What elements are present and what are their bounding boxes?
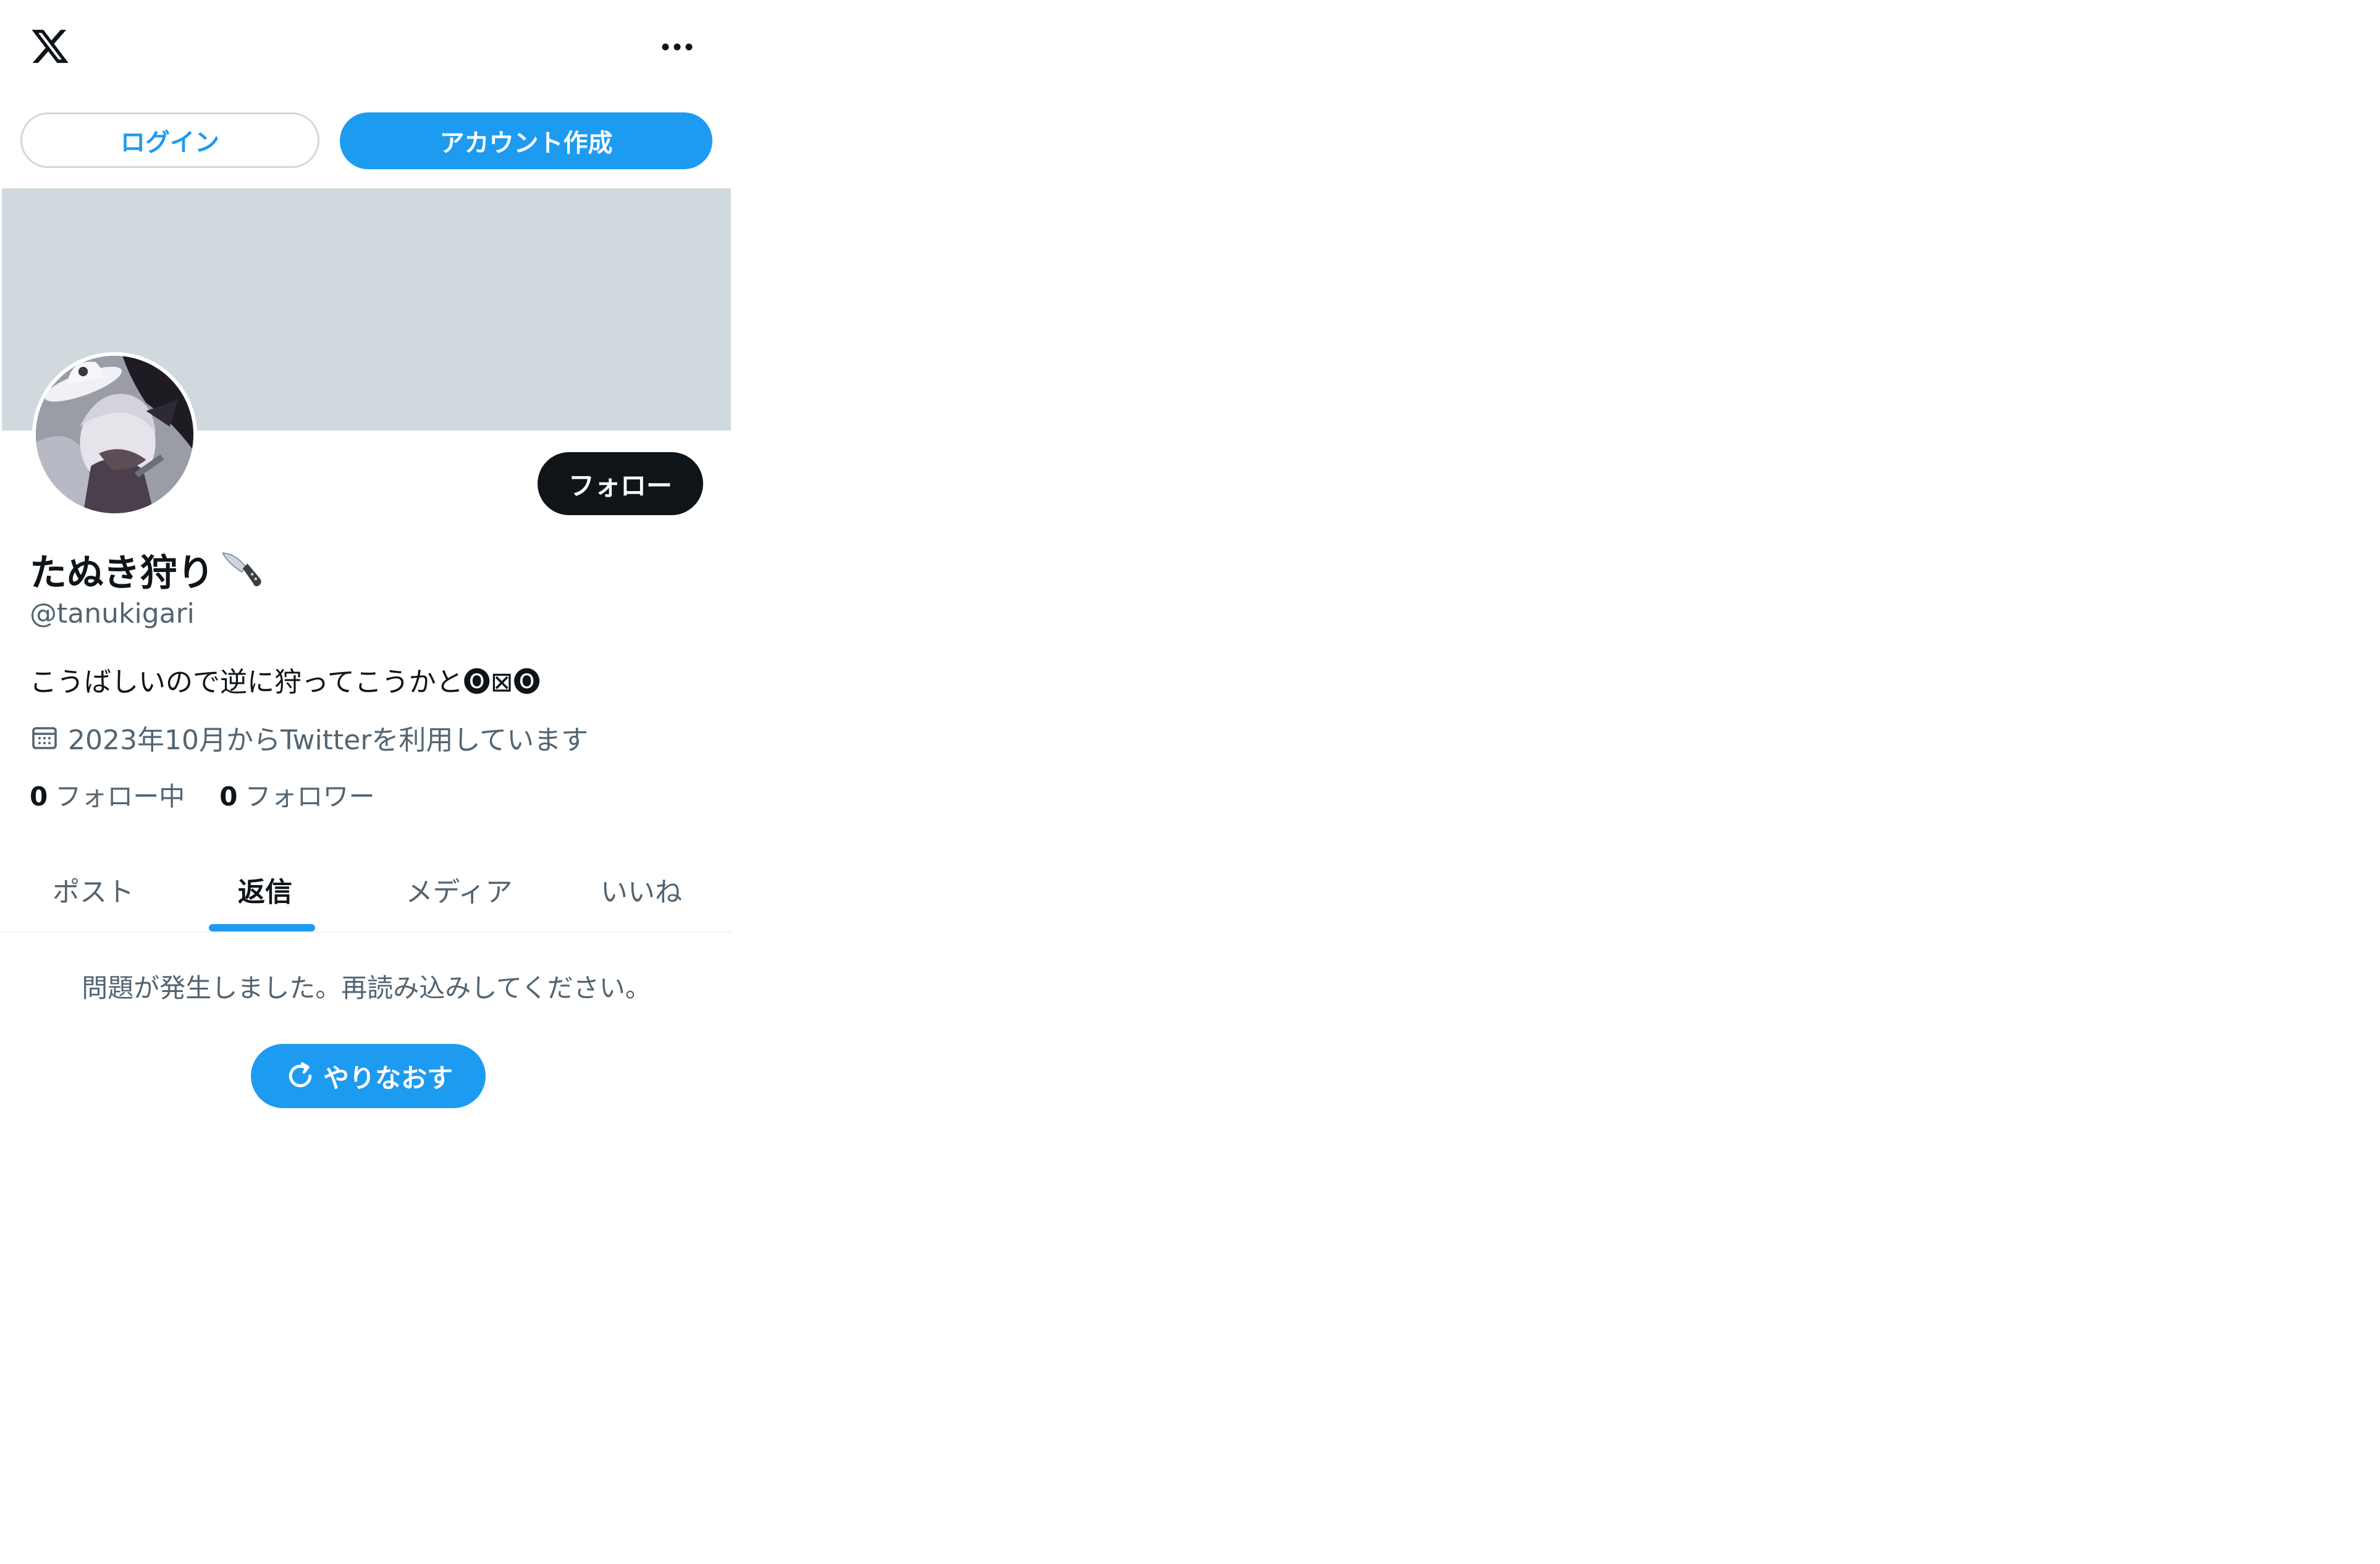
follow-button[interactable]: フォロー [538, 452, 703, 515]
create-account-button[interactable]: アカウント作成 [340, 112, 712, 169]
error-message: 問題が発生しました。再読み込みしてください。 [82, 973, 651, 1003]
calendar-icon [32, 727, 57, 749]
refresh-icon [289, 1062, 312, 1088]
bio: こうばしいので逆に狩ってこうかと🅞⊠🅞 [30, 666, 541, 698]
following-label: フォロー中 [55, 781, 185, 812]
login-button[interactable]: ログイン [20, 112, 319, 168]
following-link[interactable]: 0 フォロー中 [30, 776, 185, 814]
joined-date: 2023年10月からTwitterを利用しています [30, 719, 588, 756]
following-count: 0 [30, 781, 48, 812]
more-options-button[interactable] [655, 30, 699, 64]
more-horizontal-icon [662, 43, 693, 51]
tab-posts[interactable]: ポスト [19, 849, 167, 930]
tab-media[interactable]: メディア [366, 849, 552, 930]
profile-page: ログイン アカウント作成 フォロー たぬき狩り @tanukigari こうばし… [0, 0, 2380, 1564]
follow-stats: 0 フォロー中 0 フォロワー [30, 776, 375, 814]
handle: @tanukigari [30, 598, 195, 629]
retry-button[interactable]: やりなおす [251, 1044, 486, 1108]
x-logo-icon[interactable] [30, 26, 70, 67]
knife-icon [221, 552, 261, 587]
active-tab-indicator [209, 924, 315, 931]
followers-label: フォロワー [245, 781, 375, 812]
retry-label: やりなおす [323, 1062, 453, 1093]
profile-tabs: ポスト 返信 メディア いいね [2, 849, 731, 933]
display-name-row: たぬき狩り [30, 545, 265, 595]
joined-text: 2023年10月からTwitterを利用しています [68, 725, 589, 756]
avatar[interactable] [32, 352, 197, 517]
display-name: たぬき狩り [30, 551, 214, 595]
tab-likes[interactable]: いいね [564, 849, 719, 930]
tab-replies[interactable]: 返信 [191, 849, 339, 930]
followers-count: 0 [219, 781, 238, 812]
followers-link[interactable]: 0 フォロワー [219, 776, 374, 814]
